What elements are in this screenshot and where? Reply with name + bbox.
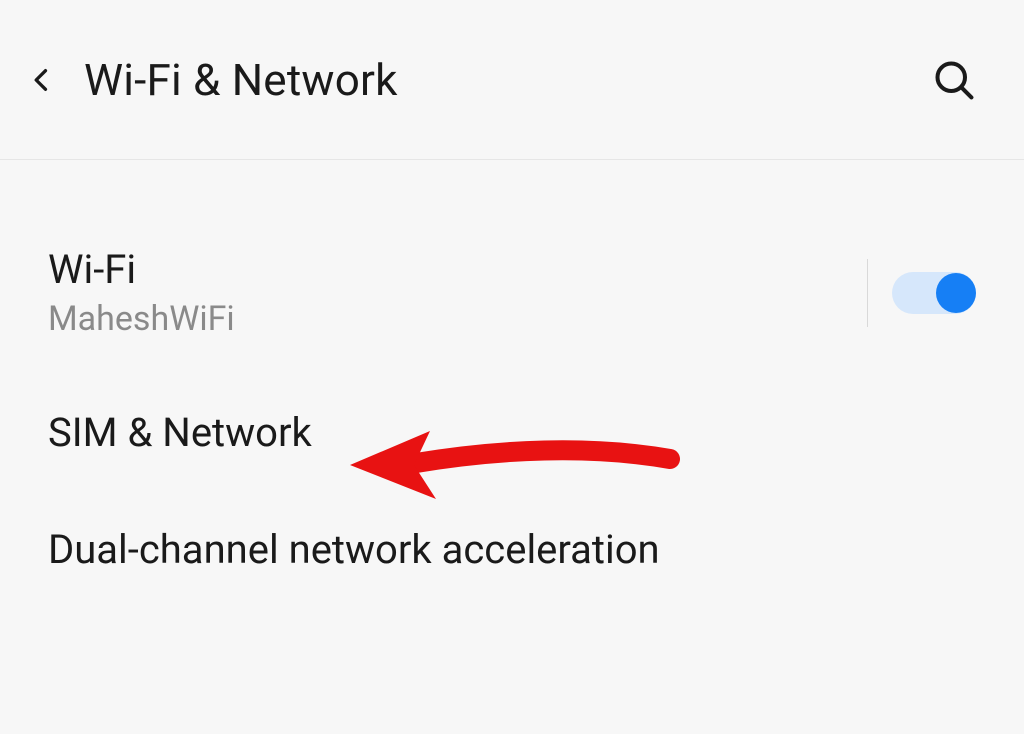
page-title: Wi-Fi & Network xyxy=(84,54,398,106)
settings-row-sim-network[interactable]: SIM & Network xyxy=(48,379,976,486)
wifi-toggle[interactable] xyxy=(892,272,976,314)
row-title: Wi-Fi xyxy=(48,246,235,293)
row-title: SIM & Network xyxy=(48,409,312,456)
row-title: Dual-channel network acceleration xyxy=(48,526,660,573)
row-text: SIM & Network xyxy=(48,409,312,456)
row-text: Wi-Fi MaheshWiFi xyxy=(48,246,235,339)
toggle-knob xyxy=(936,273,976,313)
divider-vertical xyxy=(867,259,868,327)
settings-row-dual-channel[interactable]: Dual-channel network acceleration xyxy=(48,496,976,603)
row-subtitle: MaheshWiFi xyxy=(48,299,235,339)
header-left: Wi-Fi & Network xyxy=(28,54,398,106)
search-icon[interactable] xyxy=(932,58,976,102)
row-right xyxy=(867,259,976,327)
back-icon[interactable] xyxy=(28,66,56,94)
header-bar: Wi-Fi & Network xyxy=(0,0,1024,160)
row-text: Dual-channel network acceleration xyxy=(48,526,660,573)
settings-list: Wi-Fi MaheshWiFi SIM & Network Dual-chan… xyxy=(0,160,1024,603)
settings-row-wifi[interactable]: Wi-Fi MaheshWiFi xyxy=(48,216,976,369)
